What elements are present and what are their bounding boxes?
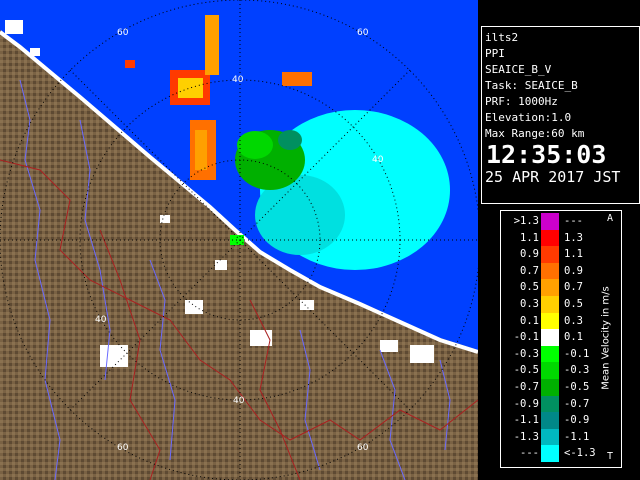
elevation-value: Elevation:1.0 (485, 111, 572, 124)
range-label-40-left: 40 (95, 315, 107, 325)
legend-corner-bottom: T (607, 451, 614, 462)
legend-low-value: --- (520, 447, 539, 460)
legend-color-swatch (541, 379, 559, 396)
radar-ppi-display[interactable]: 60 60 40 40 40 40 60 60 (0, 0, 478, 480)
legend-high-value: -0.7 (564, 397, 590, 410)
legend-color-swatch (541, 296, 559, 313)
legend-high-value: 0.7 (564, 281, 583, 294)
range-label-40-right: 40 (372, 155, 384, 165)
range-label-60-bottomright: 60 (357, 443, 369, 453)
legend-high-value: -0.3 (564, 364, 590, 377)
legend-high-value: 0.9 (564, 264, 583, 277)
site-name: ilts2 (485, 31, 519, 44)
legend-color-swatch (541, 445, 559, 463)
legend-color-swatch (541, 229, 559, 247)
legend-high-value: 0.3 (564, 314, 583, 327)
legend-low-value: -0.7 (513, 381, 539, 393)
velocity-legend: A >1.3 --- 1.1 1.3 0.9 1.1 0.7 0.9 0.5 0.7 0.3 0.5 0… (500, 210, 622, 468)
range-label-60-bottom: 60 (117, 443, 129, 453)
legend-color-swatch (541, 362, 559, 380)
legend-low-value: 0.1 (520, 314, 539, 327)
legend-high-value: <-1.3 (564, 447, 596, 460)
legend-high-value: 1.3 (564, 231, 583, 244)
legend-low-value: -1.1 (513, 414, 539, 427)
legend-high-value: 0.1 (564, 331, 583, 344)
range-label-60-top: 60 (117, 28, 129, 38)
task-name: Task: SEAICE_B (485, 79, 578, 92)
legend-low-value: >1.3 (513, 215, 539, 227)
range-label-60-topright: 60 (357, 28, 369, 38)
legend-title-text: Mean Velocity in m/s (600, 286, 612, 390)
legend-high-value: 1.1 (564, 248, 583, 261)
legend-low-value: -0.1 (513, 331, 539, 344)
product-name: SEAICE_B_V (485, 63, 552, 76)
scan-date: 25 APR 2017 JST (485, 168, 621, 186)
legend-color-swatch (541, 262, 559, 280)
legend-color-swatch (541, 213, 559, 230)
scan-time: 12:35:03 (486, 140, 607, 169)
legend-high-value: 0.5 (564, 298, 583, 310)
scan-type: PPI (485, 47, 505, 60)
legend-title: Mean Velocity in m/s (596, 233, 616, 443)
legend-color-swatch (541, 279, 559, 297)
legend-row: --- <-1.3 (501, 445, 621, 463)
legend-low-value: -0.5 (513, 364, 539, 377)
legend-low-value: 0.7 (520, 264, 539, 277)
scan-info-panel: ilts2 PPI SEAICE_B_V Task: SEAICE_B PRF:… (481, 26, 640, 204)
legend-high-value: --- (564, 215, 583, 227)
legend-row: >1.3 --- (501, 213, 621, 230)
max-range-value: Max Range:60 km (485, 127, 585, 140)
legend-low-value: 0.5 (520, 281, 539, 294)
legend-color-swatch (541, 246, 559, 264)
legend-color-swatch (541, 312, 559, 330)
legend-color-swatch (541, 395, 559, 413)
range-label-40-top: 40 (232, 75, 244, 85)
legend-low-value: 1.1 (520, 231, 539, 244)
legend-high-value: -0.1 (564, 347, 590, 360)
prf-value: PRF: 1000Hz (485, 95, 558, 108)
legend-color-swatch (541, 345, 559, 363)
legend-low-value: -0.3 (513, 347, 539, 360)
legend-low-value: -1.3 (513, 430, 539, 443)
range-label-40-bottom: 40 (233, 396, 245, 406)
legend-color-swatch (541, 329, 559, 347)
legend-color-swatch (541, 412, 559, 430)
legend-low-value: 0.9 (520, 248, 539, 261)
legend-low-value: -0.9 (513, 397, 539, 410)
legend-color-swatch (541, 428, 559, 446)
legend-low-value: 0.3 (520, 298, 539, 310)
legend-high-value: -0.5 (564, 381, 590, 393)
legend-high-value: -0.9 (564, 414, 590, 427)
legend-high-value: -1.1 (564, 430, 590, 443)
